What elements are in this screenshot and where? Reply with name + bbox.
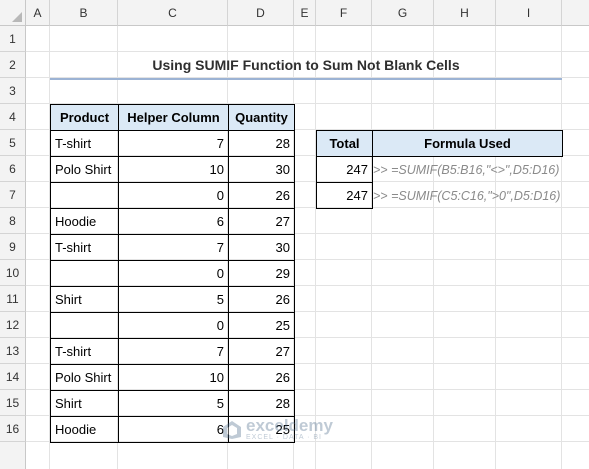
column-header-d[interactable]: D	[228, 0, 294, 26]
product-cell[interactable]: Polo Shirt	[50, 364, 119, 391]
helper-cell[interactable]: 5	[118, 390, 229, 417]
product-cell[interactable]: Shirt	[50, 390, 119, 417]
quantity-cell[interactable]: 30	[228, 234, 295, 261]
title-underline	[50, 78, 562, 80]
product-cell[interactable]	[50, 182, 119, 209]
gridline	[371, 26, 372, 469]
row-header-12[interactable]: 12	[0, 312, 26, 338]
table-row: Polo Shirt 10 26	[50, 364, 295, 391]
table-row: T-shirt 7 27	[50, 338, 295, 365]
formula-text: >> =SUMIF(B5:B16,"<>",D5:D16)	[373, 163, 560, 177]
helper-cell[interactable]: 7	[118, 130, 229, 157]
table-row: T-shirt 7 30	[50, 234, 295, 261]
product-cell[interactable]: Hoodie	[50, 208, 119, 235]
row-header-14[interactable]: 14	[0, 364, 26, 390]
row-header-9[interactable]: 9	[0, 234, 26, 260]
total-cell[interactable]: 247	[316, 182, 373, 209]
row-header-1[interactable]: 1	[0, 26, 26, 52]
gridline	[433, 26, 434, 469]
column-header-g[interactable]: G	[372, 0, 434, 26]
total-cell[interactable]: 247	[316, 156, 373, 183]
quantity-cell[interactable]: 30	[228, 156, 295, 183]
quantity-cell[interactable]: 28	[228, 130, 295, 157]
row-header-13[interactable]: 13	[0, 338, 26, 364]
column-header-f[interactable]: F	[316, 0, 372, 26]
helper-cell[interactable]: 5	[118, 286, 229, 313]
sheet-title[interactable]: Using SUMIF Function to Sum Not Blank Ce…	[50, 52, 562, 78]
product-cell[interactable]	[50, 312, 119, 339]
column-header-h[interactable]: H	[434, 0, 496, 26]
table-row: Polo Shirt 10 30	[50, 156, 295, 183]
helper-cell[interactable]: 0	[118, 260, 229, 287]
gridline	[561, 26, 562, 469]
helper-cell[interactable]: 0	[118, 312, 229, 339]
helper-cell[interactable]: 10	[118, 364, 229, 391]
column-header-b[interactable]: B	[50, 0, 118, 26]
row-header-11[interactable]: 11	[0, 286, 26, 312]
product-cell[interactable]: T-shirt	[50, 234, 119, 261]
column-header-i[interactable]: I	[496, 0, 562, 26]
product-cell[interactable]: T-shirt	[50, 130, 119, 157]
table-row: 0 25	[50, 312, 295, 339]
row-header-4[interactable]: 4	[0, 104, 26, 130]
quantity-cell[interactable]: 27	[228, 208, 295, 235]
row-header-15[interactable]: 15	[0, 390, 26, 416]
product-cell[interactable]	[50, 260, 119, 287]
watermark-name: exceldemy	[246, 416, 333, 435]
table-row: T-shirt 7 28	[50, 130, 295, 157]
select-all-corner[interactable]	[0, 0, 26, 26]
watermark: exceldemy EXCEL · DATA · BI	[222, 416, 333, 441]
row-header-3[interactable]: 3	[0, 78, 26, 104]
quantity-cell[interactable]: 25	[228, 312, 295, 339]
header-helper-column[interactable]: Helper Column	[118, 104, 229, 131]
helper-cell[interactable]: 0	[118, 182, 229, 209]
row-header-16[interactable]: 16	[0, 416, 26, 442]
table-row: Shirt 5 26	[50, 286, 295, 313]
helper-cell[interactable]: 7	[118, 234, 229, 261]
row-header-2[interactable]: 2	[0, 52, 26, 78]
corner-triangle-icon	[12, 12, 22, 22]
helper-cell[interactable]: 6	[118, 208, 229, 235]
row-header-5[interactable]: 5	[0, 130, 26, 156]
helper-cell[interactable]: 7	[118, 338, 229, 365]
header-product[interactable]: Product	[50, 104, 119, 131]
column-header-a[interactable]: A	[26, 0, 50, 26]
quantity-cell[interactable]: 26	[228, 182, 295, 209]
table-row: 0 29	[50, 260, 295, 287]
table-row: 0 26	[50, 182, 295, 209]
quantity-cell[interactable]: 29	[228, 260, 295, 287]
quantity-cell[interactable]: 27	[228, 338, 295, 365]
quantity-cell[interactable]: 26	[228, 364, 295, 391]
helper-cell[interactable]: 6	[118, 416, 229, 443]
watermark-tagline: EXCEL · DATA · BI	[246, 434, 322, 441]
header-total[interactable]: Total	[316, 130, 373, 157]
product-cell[interactable]: Hoodie	[50, 416, 119, 443]
product-cell[interactable]: Polo Shirt	[50, 156, 119, 183]
quantity-cell[interactable]: 26	[228, 286, 295, 313]
product-cell[interactable]: Shirt	[50, 286, 119, 313]
header-quantity[interactable]: Quantity	[228, 104, 295, 131]
row-header-6[interactable]: 6	[0, 156, 26, 182]
quantity-cell[interactable]: 28	[228, 390, 295, 417]
row-header-10[interactable]: 10	[0, 260, 26, 286]
helper-cell[interactable]: 10	[118, 156, 229, 183]
column-header-c[interactable]: C	[118, 0, 228, 26]
row-header-next[interactable]	[0, 442, 26, 469]
gridline	[315, 26, 316, 469]
header-formula-used[interactable]: Formula Used	[372, 130, 563, 157]
formula-text: >> =SUMIF(C5:C16,">0",D5:D16)	[373, 189, 561, 203]
exceldemy-logo-icon	[223, 420, 241, 439]
product-table: Product Helper Column Quantity T-shirt 7…	[50, 104, 295, 443]
gridline	[495, 26, 496, 469]
row-header-8[interactable]: 8	[0, 208, 26, 234]
row-header-7[interactable]: 7	[0, 182, 26, 208]
table-row: Shirt 5 28	[50, 390, 295, 417]
table-row: Hoodie 6 27	[50, 208, 295, 235]
column-header-e[interactable]: E	[294, 0, 316, 26]
column-header-next[interactable]	[562, 0, 589, 26]
product-cell[interactable]: T-shirt	[50, 338, 119, 365]
